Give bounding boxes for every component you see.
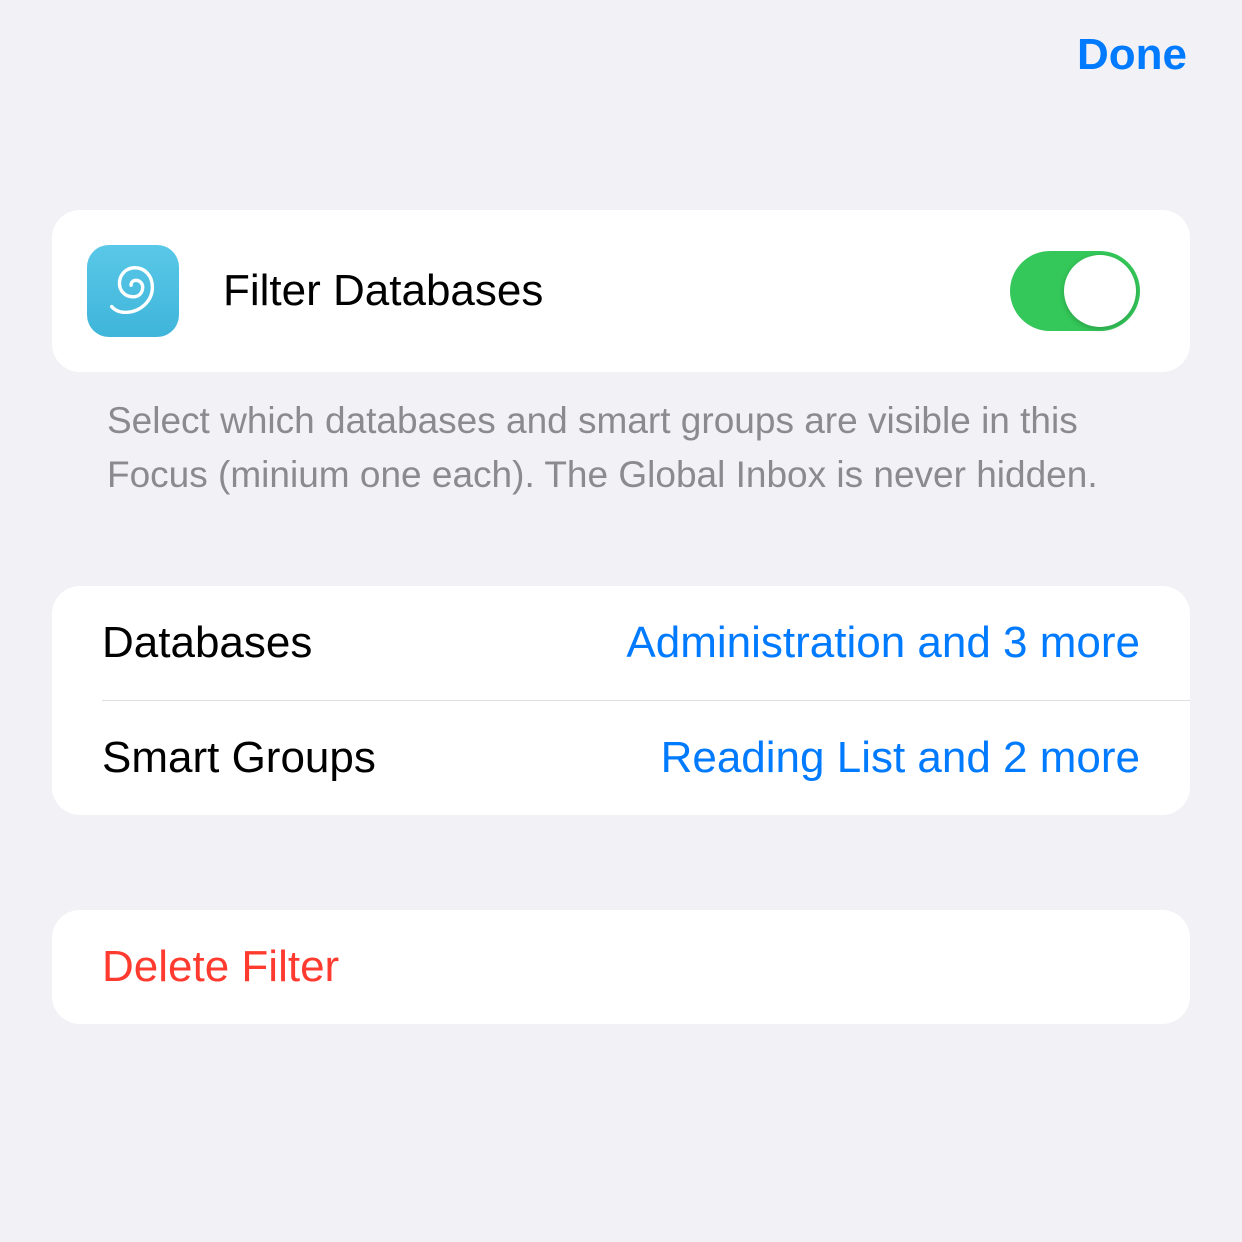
smartgroups-value: Reading List and 2 more [661, 733, 1140, 783]
header: Done [0, 0, 1242, 80]
toggle-knob [1064, 255, 1136, 327]
filter-toggle[interactable] [1010, 251, 1140, 331]
databases-value: Administration and 3 more [626, 618, 1140, 668]
options-card: Databases Administration and 3 more Smar… [52, 586, 1190, 815]
smartgroups-label: Smart Groups [102, 733, 376, 783]
done-button[interactable]: Done [1077, 30, 1187, 80]
filter-databases-row: Filter Databases [52, 210, 1190, 372]
content: Filter Databases Select which databases … [0, 210, 1242, 1024]
delete-label: Delete Filter [102, 942, 1140, 992]
databases-row[interactable]: Databases Administration and 3 more [52, 586, 1190, 700]
filter-description: Select which databases and smart groups … [52, 372, 1190, 501]
delete-filter-button[interactable]: Delete Filter [52, 910, 1190, 1024]
delete-card: Delete Filter [52, 910, 1190, 1024]
smartgroups-row[interactable]: Smart Groups Reading List and 2 more [52, 701, 1190, 815]
filter-title-label: Filter Databases [223, 266, 1010, 316]
shell-icon [87, 245, 179, 337]
filter-card: Filter Databases [52, 210, 1190, 372]
databases-label: Databases [102, 618, 312, 668]
